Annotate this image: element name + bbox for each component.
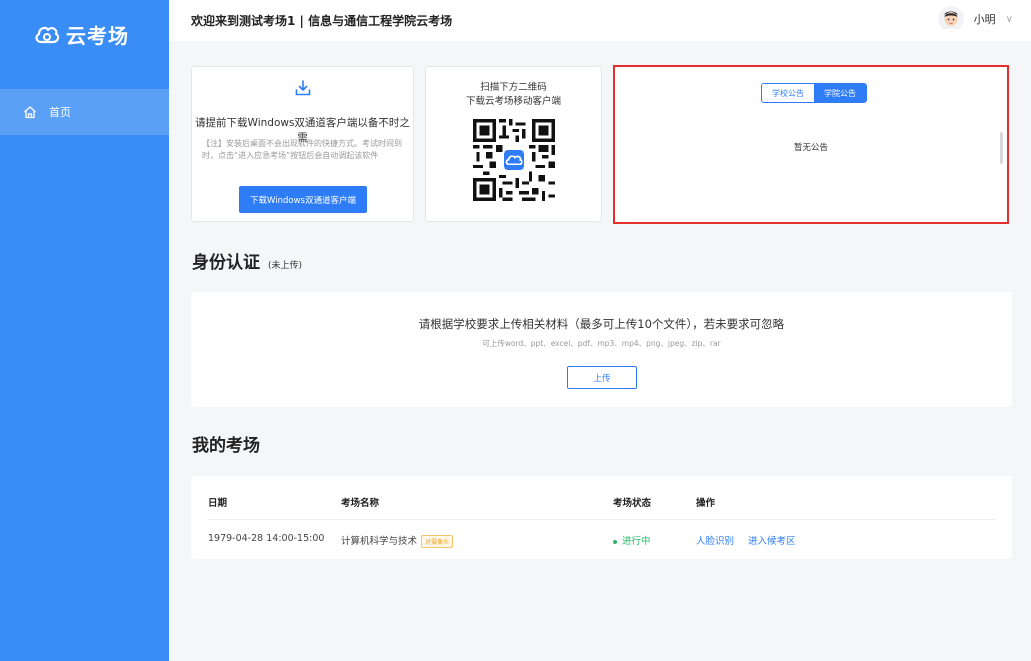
announcement-scrollbar[interactable] [1000,132,1003,164]
identity-title-text: 身份认证 [192,253,260,273]
user-name: 小明 [973,13,996,26]
page-title: 欢迎来到测试考场1 | 信息与通信工程学院云考场 [191,14,453,28]
identity-section-title: 身份认证 (未上传) [192,248,302,273]
table-divider [208,519,996,520]
cloud-logo-icon [35,26,60,44]
download-icon [295,80,311,96]
identity-upload-panel: 请根据学校要求上传相关材料（最多可上传10个文件），若未要求可忽略 可上传wor… [191,292,1012,407]
top-header: 欢迎来到测试考场1 | 信息与通信工程学院云考场 小明 ∨ [169,0,1031,41]
qr-caption-1: 扫描下方二维码 [480,82,547,93]
sidebar-item-label: 首页 [49,106,71,119]
app-root: 云考场 首页 欢迎来到测试考场1 | 信息与通信工程学院云考场 小明 ∨ 请提前… [0,0,1031,661]
exam-status: 进行中 [613,533,651,547]
exam-name-cell: 计算机科学与技术 对摄像头 [341,533,454,548]
user-avatar-icon [937,6,964,32]
my-exams-title: 我的考场 [192,436,260,456]
qr-code-icon [473,119,555,201]
tab-college-announcement[interactable]: 学院公告 [814,84,866,102]
announcement-card: 学校公告 学院公告 暂无公告 [613,65,1009,224]
logo: 云考场 [34,20,129,48]
upload-file-types: 可上传word、ppt、excel、pdf、mp3、mp4、png、jpeg、z… [482,339,721,348]
exam-status-text: 进行中 [622,536,651,547]
download-note: 【注】安装后桌面不会出现软件的快捷方式。考试时间到时，点击“进入应急考场”按钮后… [202,139,402,160]
chevron-down-icon: ∨ [1005,13,1013,25]
exam-name: 计算机科学与技术 [341,536,418,547]
mobile-qr-card: 扫描下方二维码 下载云考场移动客户端 [425,66,602,222]
camera-badge: 对摄像头 [421,535,454,548]
column-header-name: 考场名称 [341,498,380,509]
column-header-actions: 操作 [696,498,716,509]
qr-caption-2: 下载云考场移动客户端 [465,96,561,107]
announcement-tabs: 学校公告 学院公告 [761,83,867,103]
tab-school-announcement[interactable]: 学校公告 [762,84,814,102]
face-recognition-link[interactable]: 人脸识别 [696,533,734,547]
home-icon [24,106,36,119]
status-dot-icon [613,539,617,544]
column-header-status: 考场状态 [613,498,652,509]
upload-instruction: 请根据学校要求上传相关材料（最多可上传10个文件），若未要求可忽略 [418,317,785,331]
identity-status: (未上传) [268,261,303,271]
avatar [937,6,964,32]
download-client-card: 请提前下载Windows双通道客户端以备不时之需 【注】安装后桌面不会出现软件的… [191,66,414,222]
sidebar: 云考场 首页 [0,0,169,661]
upload-button[interactable]: 上传 [567,366,637,389]
logo-text: 云考场 [66,23,129,48]
exam-table: 日期 考场名称 考场状态 操作 1979-04-28 14:00-15:00 计… [191,476,1012,559]
user-menu[interactable]: 小明 ∨ [937,4,1013,34]
exam-date: 1979-04-28 14:00-15:00 [208,533,325,544]
sidebar-item-home[interactable]: 首页 [0,89,169,135]
announcement-empty-text: 暂无公告 [793,143,828,153]
download-windows-client-button[interactable]: 下载Windows双通道客户端 [239,186,367,213]
column-header-date: 日期 [208,498,228,509]
enter-waiting-area-link[interactable]: 进入候考区 [748,533,796,547]
